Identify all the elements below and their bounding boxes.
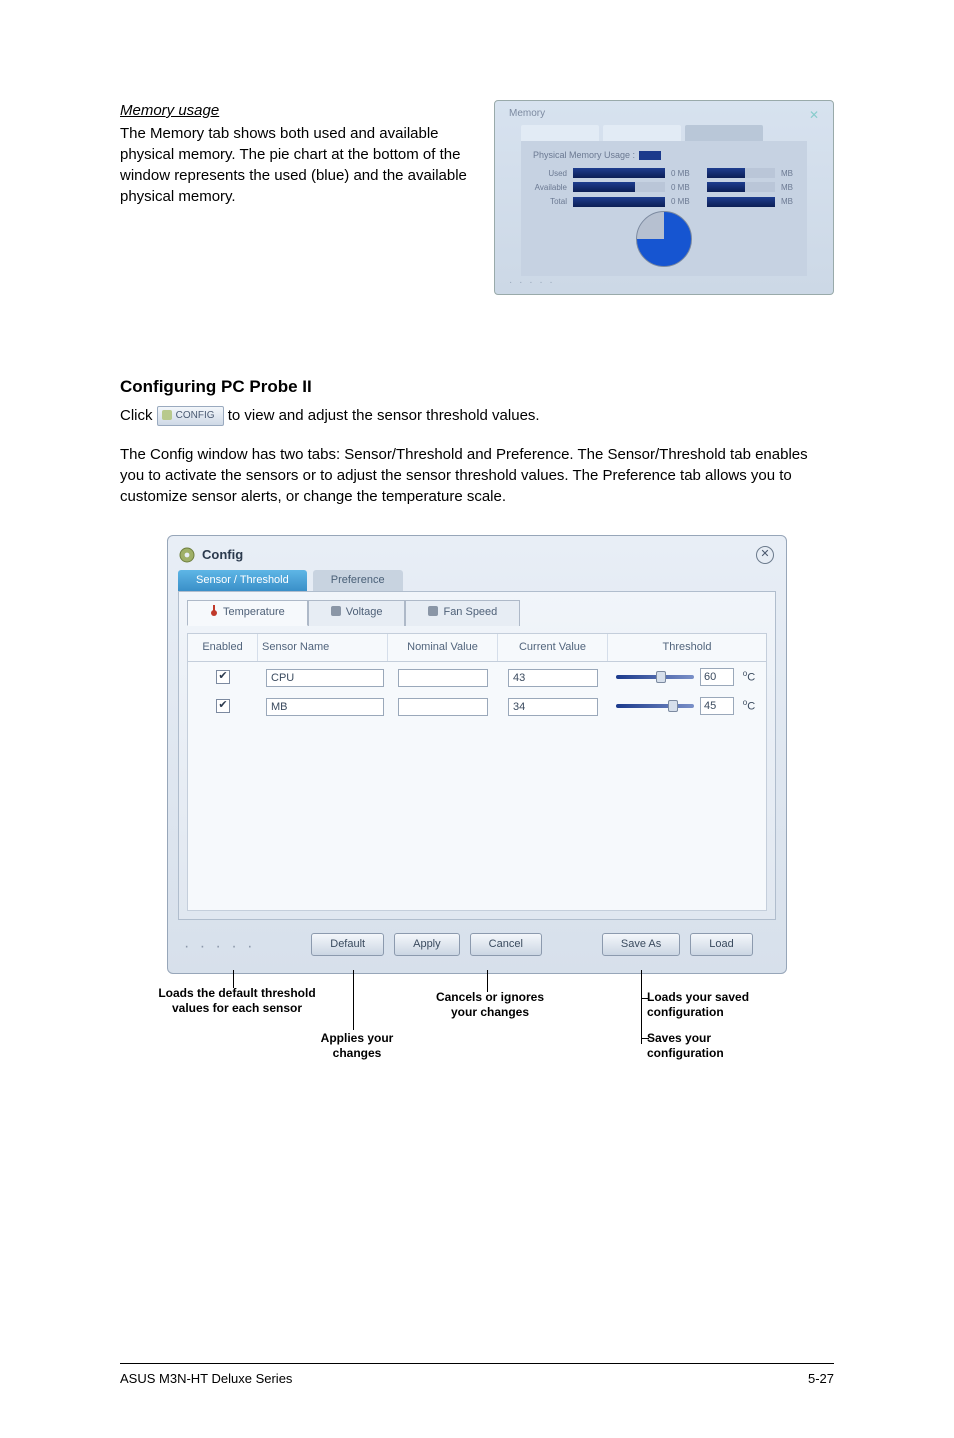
panel-title: Memory — [509, 107, 545, 121]
gear-icon — [178, 546, 196, 564]
cancel-button[interactable]: Cancel — [470, 933, 542, 956]
voltage-icon — [331, 606, 341, 616]
mem-bar — [573, 182, 665, 192]
mem-bar — [573, 168, 665, 178]
tab-preference[interactable]: Preference — [313, 570, 403, 591]
col-threshold: Threshold — [608, 634, 766, 661]
memory-paragraph: The Memory tab shows both used and avail… — [120, 123, 474, 207]
config-paragraph: The Config window has two tabs: Sensor/T… — [120, 444, 834, 507]
config-button[interactable]: CONFIG — [157, 406, 224, 426]
enabled-checkbox[interactable]: ✔ — [216, 670, 230, 684]
mem-row-mid: 0 MB — [671, 182, 701, 193]
close-icon[interactable]: ✕ — [809, 107, 819, 124]
threshold-input[interactable] — [700, 697, 734, 715]
threshold-slider[interactable] — [616, 704, 694, 708]
threshold-slider[interactable] — [616, 675, 694, 679]
sensor-name-input[interactable] — [266, 698, 384, 716]
mem-row-label: Total — [533, 196, 567, 207]
memory-pie-chart — [636, 211, 692, 267]
footer-left: ASUS M3N-HT Deluxe Series — [120, 1370, 292, 1388]
memory-panel-header: Physical Memory Usage : — [533, 149, 795, 162]
mem-bar2 — [707, 168, 775, 178]
current-value-input — [508, 669, 598, 687]
apply-button[interactable]: Apply — [394, 933, 460, 956]
mem-row-label: Used — [533, 168, 567, 179]
memory-tab-1[interactable] — [521, 125, 599, 141]
callout-apply: Applies your changes — [297, 1031, 417, 1062]
mem-row-mid: 0 MB — [671, 168, 701, 179]
tab-fan-speed[interactable]: Fan Speed — [405, 600, 520, 625]
unit-label: oC — [740, 697, 758, 715]
table-row: ✔ oC — [188, 691, 766, 720]
memory-panel: Memory ✕ Physical Memory Usage : Used 0 … — [494, 100, 834, 295]
fan-icon — [428, 606, 438, 616]
threshold-input[interactable] — [700, 668, 734, 686]
callout-cancel: Cancels or ignores your changes — [435, 990, 545, 1021]
footer-right: 5-27 — [808, 1370, 834, 1388]
save-as-button[interactable]: Save As — [602, 933, 680, 956]
load-button[interactable]: Load — [690, 933, 752, 956]
tab-voltage[interactable]: Voltage — [308, 600, 406, 625]
sensor-name-input[interactable] — [266, 669, 384, 687]
click-line: Click CONFIG to view and adjust the sens… — [120, 405, 834, 426]
mem-row-mid: 0 MB — [671, 196, 701, 207]
resize-dots-icon: · · · · · — [509, 276, 555, 290]
close-icon[interactable]: ✕ — [756, 546, 774, 564]
thermometer-icon — [210, 605, 218, 616]
memory-heading: Memory usage — [120, 100, 474, 121]
memory-tab-3[interactable] — [685, 125, 763, 141]
configuring-heading: Configuring PC Probe II — [120, 375, 834, 399]
col-sensor-name: Sensor Name — [258, 634, 388, 661]
mem-bar — [573, 197, 665, 207]
enabled-checkbox[interactable]: ✔ — [216, 699, 230, 713]
mem-bar2 — [707, 197, 775, 207]
memory-tab-2[interactable] — [603, 125, 681, 141]
memory-tabs — [521, 125, 763, 141]
mem-bar2 — [707, 182, 775, 192]
col-enabled: Enabled — [188, 634, 258, 661]
default-button[interactable]: Default — [311, 933, 384, 956]
unit-label: oC — [740, 668, 758, 686]
nominal-value-input — [398, 669, 488, 687]
tab-temperature[interactable]: Temperature — [187, 600, 308, 625]
callout-load: Loads your saved configuration — [647, 990, 787, 1021]
callout-default: Loads the default threshold values for e… — [157, 986, 317, 1017]
col-nominal-value: Nominal Value — [388, 634, 498, 661]
config-window: Config ✕ Sensor / Threshold Preference T… — [167, 535, 787, 974]
col-current-value: Current Value — [498, 634, 608, 661]
callout-saveas: Saves your configuration — [647, 1031, 787, 1062]
table-row: ✔ oC — [188, 662, 766, 691]
nominal-value-input — [398, 698, 488, 716]
config-window-title: Config — [202, 546, 243, 564]
current-value-input — [508, 698, 598, 716]
mem-row-label: Available — [533, 182, 567, 193]
resize-dots-icon: · · · · · — [178, 936, 288, 958]
tab-sensor-threshold[interactable]: Sensor / Threshold — [178, 570, 307, 591]
